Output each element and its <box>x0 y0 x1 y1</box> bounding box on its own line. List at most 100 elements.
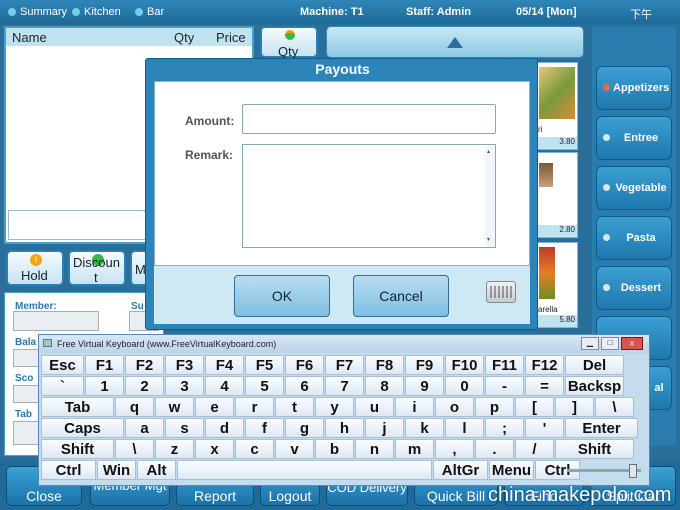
key-shift[interactable]: Shift <box>555 439 634 459</box>
key-altgr[interactable]: AltGr <box>433 460 488 480</box>
cancel-button[interactable]: Cancel <box>353 275 449 317</box>
remark-textarea[interactable] <box>242 144 496 248</box>
ok-button[interactable]: OK <box>234 275 330 317</box>
key[interactable]: F7 <box>325 355 364 375</box>
key[interactable]: n <box>355 439 394 459</box>
close-icon[interactable]: x <box>621 337 643 350</box>
key[interactable]: F8 <box>365 355 404 375</box>
remark-scrollbar[interactable]: ▴ ▾ <box>485 146 495 246</box>
key[interactable]: [ <box>515 397 554 417</box>
key[interactable]: b <box>315 439 354 459</box>
key[interactable]: c <box>235 439 274 459</box>
menu-item-tile[interactable]: arella 5.80 <box>536 242 578 328</box>
menu-item-tile[interactable]: ri 3.80 <box>536 62 578 150</box>
key[interactable]: 2 <box>125 376 164 396</box>
key[interactable]: j <box>365 418 404 438</box>
key[interactable]: u <box>355 397 394 417</box>
key[interactable]: f <box>245 418 284 438</box>
key[interactable]: 4 <box>205 376 244 396</box>
key[interactable]: v <box>275 439 314 459</box>
key[interactable]: = <box>525 376 564 396</box>
category-entree[interactable]: Entree <box>596 116 672 160</box>
key[interactable]: e <box>195 397 234 417</box>
key[interactable]: ] <box>555 397 594 417</box>
key-menu[interactable]: Menu <box>489 460 534 480</box>
key[interactable]: w <box>155 397 194 417</box>
key-esc[interactable]: Esc <box>41 355 84 375</box>
key[interactable]: 3 <box>165 376 204 396</box>
key[interactable]: F1 <box>85 355 124 375</box>
category-vegetable[interactable]: Vegetable <box>596 166 672 210</box>
key[interactable]: F9 <box>405 355 444 375</box>
key[interactable]: k <box>405 418 444 438</box>
items-scroll-up[interactable] <box>326 26 584 58</box>
key[interactable]: x <box>195 439 234 459</box>
key[interactable]: 5 <box>245 376 284 396</box>
key-alt[interactable]: Alt <box>137 460 176 480</box>
kitchen-tab[interactable]: Kitchen <box>84 6 121 18</box>
key[interactable]: i <box>395 397 434 417</box>
menu-item-tile[interactable]: 2.80 <box>536 152 578 238</box>
key[interactable]: F4 <box>205 355 244 375</box>
key[interactable]: , <box>435 439 474 459</box>
keyboard-icon[interactable] <box>486 281 516 303</box>
category-dessert[interactable]: Dessert <box>596 266 672 310</box>
key[interactable]: a <box>125 418 164 438</box>
key[interactable]: / <box>515 439 554 459</box>
key-backspace[interactable]: Backsp <box>565 376 624 396</box>
key-shift[interactable]: Shift <box>41 439 114 459</box>
discount-button[interactable]: Discoun t <box>68 250 126 286</box>
minimize-icon[interactable]: ▁ <box>581 337 599 350</box>
key[interactable]: - <box>485 376 524 396</box>
key[interactable]: 8 <box>365 376 404 396</box>
key[interactable]: 0 <box>445 376 484 396</box>
key[interactable]: F12 <box>525 355 564 375</box>
category-pasta[interactable]: Pasta <box>596 216 672 260</box>
key-ctrl[interactable]: Ctrl <box>41 460 96 480</box>
key[interactable]: s <box>165 418 204 438</box>
key[interactable]: F6 <box>285 355 324 375</box>
amount-input[interactable] <box>242 104 496 134</box>
summary-tab[interactable]: Summary <box>20 6 67 18</box>
key-space[interactable] <box>177 460 432 480</box>
key[interactable]: z <box>155 439 194 459</box>
key[interactable]: \ <box>115 439 154 459</box>
key-win[interactable]: Win <box>97 460 136 480</box>
key[interactable]: ' <box>525 418 564 438</box>
key[interactable]: m <box>395 439 434 459</box>
key[interactable]: g <box>285 418 324 438</box>
key[interactable]: \ <box>595 397 634 417</box>
key[interactable]: F3 <box>165 355 204 375</box>
key[interactable]: l <box>445 418 484 438</box>
key[interactable]: y <box>315 397 354 417</box>
key-del[interactable]: Del <box>565 355 624 375</box>
key[interactable]: . <box>475 439 514 459</box>
key[interactable]: o <box>435 397 474 417</box>
maximize-icon[interactable]: □ <box>601 337 619 350</box>
key[interactable]: ; <box>485 418 524 438</box>
key-caps-lock[interactable]: Caps <box>41 418 124 438</box>
key[interactable]: F10 <box>445 355 484 375</box>
opacity-slider-thumb[interactable] <box>629 464 637 478</box>
key-enter[interactable]: Enter <box>565 418 638 438</box>
key-tab[interactable]: Tab <box>41 397 114 417</box>
key[interactable]: d <box>205 418 244 438</box>
scroll-down-icon[interactable]: ▾ <box>487 236 490 243</box>
hold-button[interactable]: ! Hold <box>6 250 64 286</box>
member-field[interactable] <box>13 311 99 331</box>
key[interactable]: F11 <box>485 355 524 375</box>
key[interactable]: ` <box>41 376 84 396</box>
key[interactable]: h <box>325 418 364 438</box>
key[interactable]: 6 <box>285 376 324 396</box>
bar-tab[interactable]: Bar <box>147 6 164 18</box>
key[interactable]: t <box>275 397 314 417</box>
key[interactable]: 9 <box>405 376 444 396</box>
key[interactable]: 1 <box>85 376 124 396</box>
key[interactable]: 7 <box>325 376 364 396</box>
category-appetizers[interactable]: Appetizers <box>596 66 672 110</box>
scroll-up-icon[interactable]: ▴ <box>487 148 490 155</box>
key[interactable]: q <box>115 397 154 417</box>
key[interactable]: r <box>235 397 274 417</box>
key[interactable]: p <box>475 397 514 417</box>
key[interactable]: F2 <box>125 355 164 375</box>
